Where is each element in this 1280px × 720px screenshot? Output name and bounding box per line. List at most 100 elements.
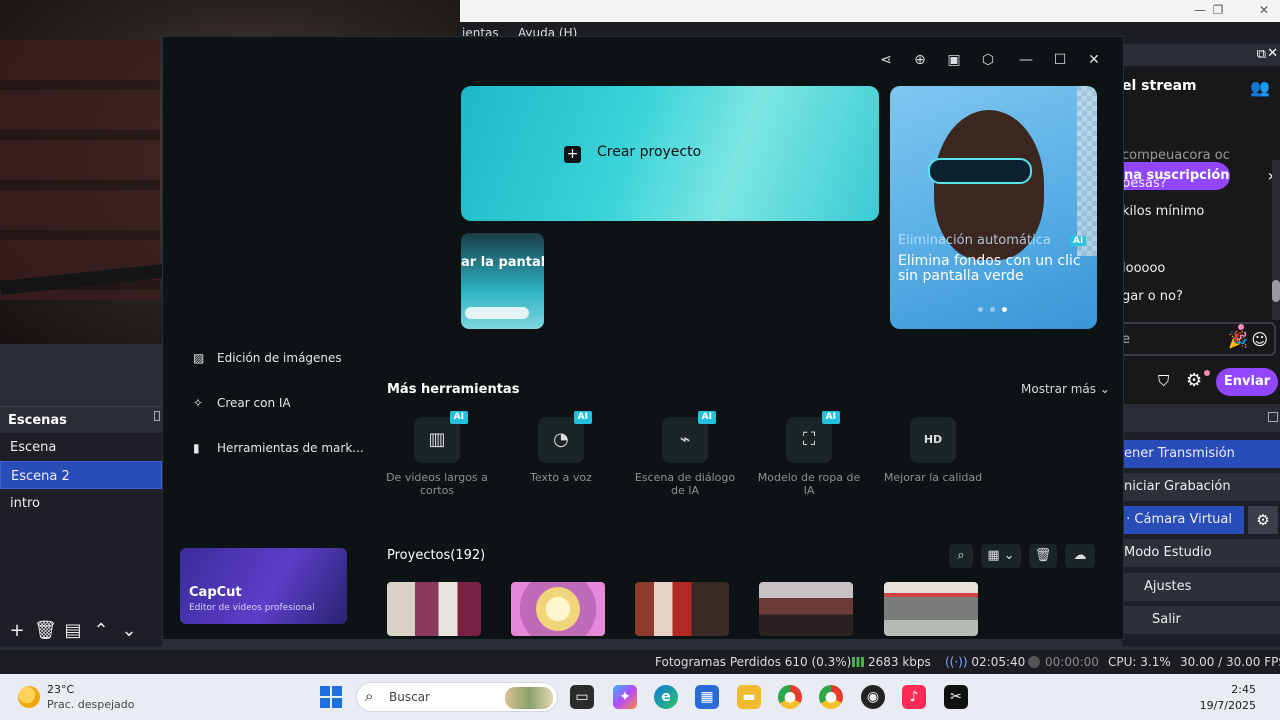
screen-mock-graphic [465,307,529,319]
sidebar-item-label: Edición de imágenes [217,351,342,365]
clock-date[interactable]: 19/7/2025 [1200,699,1256,712]
emoji-icon[interactable]: ☺ [1251,330,1268,349]
voice-icon: ◔ AI [538,411,592,463]
chat-input[interactable]: e 🎉 ☺ [1122,322,1276,356]
studio-mode-button[interactable]: Modo Estudio [1122,539,1280,567]
project-thumbnail[interactable] [387,582,481,636]
screen-record-card[interactable]: ar la pantalla [461,233,544,329]
shield-icon[interactable]: ⛉ [1158,372,1169,390]
chrome-profile-icon[interactable]: ● [819,685,843,709]
project-thumbnail[interactable] [884,582,978,636]
users-icon[interactable]: 👥 [1250,78,1270,97]
virtual-camera-label: Cámara Virtual [1134,512,1233,527]
tool-text-to-speech[interactable]: ◔ AI Texto a voz [506,411,616,484]
close-icon[interactable]: ✕ [1085,51,1103,69]
close-icon[interactable]: ✕ [1267,46,1278,61]
filter-icon[interactable]: ▤ [62,620,84,642]
chat-scrollbar[interactable] [1272,160,1280,320]
screen-record-label: ar la pantalla [461,255,544,270]
fps: 30.00 / 30.00 FPS [1180,655,1280,669]
start-recording-button[interactable]: niciar Grabación [1122,473,1280,501]
weather-sun-icon[interactable] [18,686,40,708]
party-icon[interactable]: 🎉 [1228,330,1248,349]
upload-icon[interactable]: ⊕ [911,51,929,69]
trash-icon[interactable]: 🗑 [34,620,57,642]
obs-statusbar: Fotogramas Perdidos 610 (0.3%) 2683 kbps… [0,650,1280,674]
weather-temp[interactable]: 23°C [47,683,74,696]
search-icon: ⌕ [365,687,374,705]
tiktok-icon[interactable]: ♪ [902,685,926,709]
project-thumbnail[interactable] [511,582,605,636]
bitrate: 2683 kbps [852,655,931,669]
scene-item[interactable]: intro [0,489,162,517]
tool-ai-clothing-model[interactable]: ⛶ AI Modelo de ropa de IA [754,411,864,497]
ai-badge: AI [449,411,468,424]
scroll-thumb[interactable] [1272,280,1280,302]
tool-enhance-quality[interactable]: HD Mejorar la calidad [878,417,988,484]
scene-item[interactable]: Escena [0,433,162,461]
scenes-header: Escenas [0,407,162,433]
tool-long-to-short[interactable]: ▥ AI De videos largos a cortos [382,411,492,497]
virtual-camera-button[interactable]: · Cámara Virtual [1122,506,1244,534]
obs-icon[interactable]: ◉ [861,685,885,709]
arrow-up-icon[interactable]: ⌃ [90,620,112,642]
cloud-off-icon[interactable]: ☁ [1065,544,1095,568]
carousel-dot-active[interactable] [1002,307,1007,312]
tool-label: De videos largos a cortos [386,471,488,497]
minimize-icon[interactable]: — [1017,51,1035,69]
show-more-link[interactable]: Mostrar más ⌄ [1021,382,1110,396]
store-icon[interactable]: ▦ [695,685,719,709]
notification-dot [1204,370,1210,376]
gear-icon[interactable]: ⚙ [1186,370,1202,391]
weather-desc[interactable]: Prac. despejado [47,698,134,711]
dock-icon[interactable] [1268,412,1278,422]
restore-icon[interactable]: ❐ [1208,3,1228,17]
capcut-pro-ad[interactable]: CapCut Editor de videos profesional [180,548,347,624]
share-icon[interactable]: ⋖ [877,51,895,69]
sidebar-item-marketing[interactable]: ▮ Herramientas de mark... [193,441,364,455]
carousel-dot[interactable] [978,307,983,312]
settings-icon[interactable]: ⬡ [979,51,997,69]
view-toggle-icon[interactable]: ▦ ⌄ [981,544,1021,568]
sidebar-item-label: Herramientas de mark... [217,441,364,455]
marketing-icon: ▮ [193,441,200,455]
task-view-icon[interactable]: ▭ [570,685,594,709]
feedback-icon[interactable]: ▣ [945,51,963,69]
chat-message: kilos mínimo [1122,204,1205,219]
edge-icon[interactable]: e [654,685,678,709]
arrow-down-icon[interactable]: ⌄ [118,620,140,642]
windows-start-icon[interactable] [320,686,342,708]
plus-icon[interactable]: + [6,620,28,642]
hd-icon: HD [910,417,956,463]
close-icon[interactable]: ✕ [1254,3,1274,17]
start-streaming-button[interactable]: ener Transmisión [1122,440,1280,468]
ai-badge: AI [697,411,716,424]
carousel-dot[interactable] [990,307,995,312]
file-explorer-icon[interactable]: ▬ [737,685,761,709]
tool-ai-dialog-scene[interactable]: ⌁ AI Escena de diálogo de IA [630,411,740,497]
sidebar-item-create-ai[interactable]: ✧ Crear con IA [193,396,291,410]
popout-icon[interactable]: ⧉ [1257,47,1266,62]
create-project-card[interactable]: + Crear proyecto [461,86,879,221]
send-button[interactable]: Enviar [1216,368,1278,396]
trash-icon[interactable]: 🗑 [1029,544,1057,568]
minimize-icon[interactable]: — [1190,3,1210,17]
capcut-icon[interactable]: ✂ [944,685,968,709]
chrome-icon[interactable]: ● [778,685,802,709]
sidebar-item-image-editing[interactable]: ▨ Edición de imágenes [193,351,342,365]
maximize-icon[interactable]: ☐ [1051,51,1069,69]
project-thumbnail[interactable] [635,582,729,636]
scene-item-selected[interactable]: Escena 2 [0,461,162,489]
dock-icon[interactable] [154,411,160,421]
copilot-icon[interactable]: ✦ [613,685,637,709]
dialog-icon: ⌁ AI [662,411,716,463]
exit-button[interactable]: Salir [1122,606,1280,634]
promo-banner[interactable]: Eliminación automática AI Elimina fondos… [890,86,1097,329]
taskbar-search[interactable]: ⌕ Buscar [356,682,558,712]
search-icon[interactable]: ⌕ [949,544,973,568]
settings-button[interactable]: Ajustes [1122,573,1280,601]
gear-icon[interactable]: ⚙ [1248,506,1278,534]
shirt-icon: ⛶ AI [786,411,840,463]
clock-time[interactable]: 2:45 [1231,683,1256,696]
project-thumbnail[interactable] [759,582,853,636]
